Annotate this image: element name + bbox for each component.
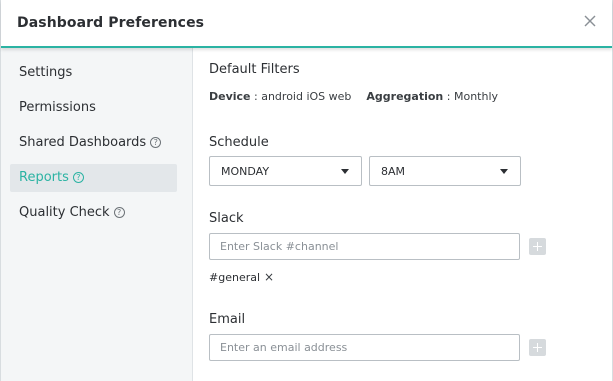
- reports-panel: Default Filters Device : android iOS web…: [194, 48, 612, 381]
- modal-header: Dashboard Preferences: [1, 0, 612, 48]
- sidebar-item-label: Shared Dashboards: [19, 135, 147, 150]
- sidebar-item-label-wrap: Reports?: [19, 170, 84, 185]
- close-icon[interactable]: [580, 11, 600, 31]
- schedule-title: Schedule: [209, 135, 269, 150]
- slack-channel-input[interactable]: [209, 233, 520, 260]
- sidebar-item-reports[interactable]: Reports?: [10, 164, 177, 192]
- chevron-down-icon: [500, 169, 508, 174]
- add-email-button[interactable]: [529, 339, 546, 356]
- schedule-day-value: MONDAY: [221, 165, 270, 178]
- aggregation-value: : Monthly: [446, 90, 499, 103]
- sidebar-item-label: Quality Check: [19, 205, 110, 220]
- sidebar-item-shared-dashboards[interactable]: Shared Dashboards?: [10, 129, 177, 157]
- email-title: Email: [209, 312, 246, 327]
- schedule-time-select[interactable]: 8AM: [369, 156, 521, 186]
- device-label: Device: [209, 90, 251, 103]
- aggregation-label: Aggregation: [366, 90, 444, 103]
- schedule-day-select[interactable]: MONDAY: [209, 156, 362, 186]
- sidebar-item-permissions[interactable]: Permissions: [10, 94, 177, 122]
- close-icon-glyph: [584, 15, 596, 27]
- help-icon[interactable]: ?: [113, 207, 125, 218]
- slack-title: Slack: [209, 211, 244, 226]
- sidebar-item-label: Reports: [19, 170, 69, 185]
- sidebar-item-label-wrap: Quality Check?: [19, 205, 125, 220]
- schedule-time-value: 8AM: [381, 165, 406, 178]
- sidebar: Settings Permissions Shared Dashboards? …: [1, 48, 193, 381]
- preferences-modal: Dashboard Preferences Settings Permissio…: [0, 0, 613, 381]
- device-value: : android iOS web: [254, 90, 352, 103]
- slack-channel-tag: #general ×: [209, 270, 274, 284]
- sidebar-item-quality-check[interactable]: Quality Check?: [10, 199, 177, 227]
- sidebar-item-label-wrap: Shared Dashboards?: [19, 135, 162, 150]
- default-filters-title: Default Filters: [209, 62, 300, 77]
- help-icon[interactable]: ?: [72, 172, 84, 183]
- email-input[interactable]: [209, 334, 520, 361]
- slack-channel-tag-label: #general: [209, 271, 261, 284]
- modal-title: Dashboard Preferences: [17, 15, 205, 31]
- remove-tag-icon[interactable]: ×: [264, 270, 274, 284]
- sidebar-item-settings[interactable]: Settings: [10, 59, 177, 87]
- add-slack-channel-button[interactable]: [529, 238, 546, 255]
- sidebar-item-label: Settings: [19, 65, 73, 80]
- sidebar-item-label: Permissions: [19, 100, 96, 115]
- chevron-down-icon: [341, 169, 349, 174]
- default-filters-summary: Device : android iOS web Aggregation : M…: [209, 90, 498, 103]
- help-icon[interactable]: ?: [150, 137, 162, 148]
